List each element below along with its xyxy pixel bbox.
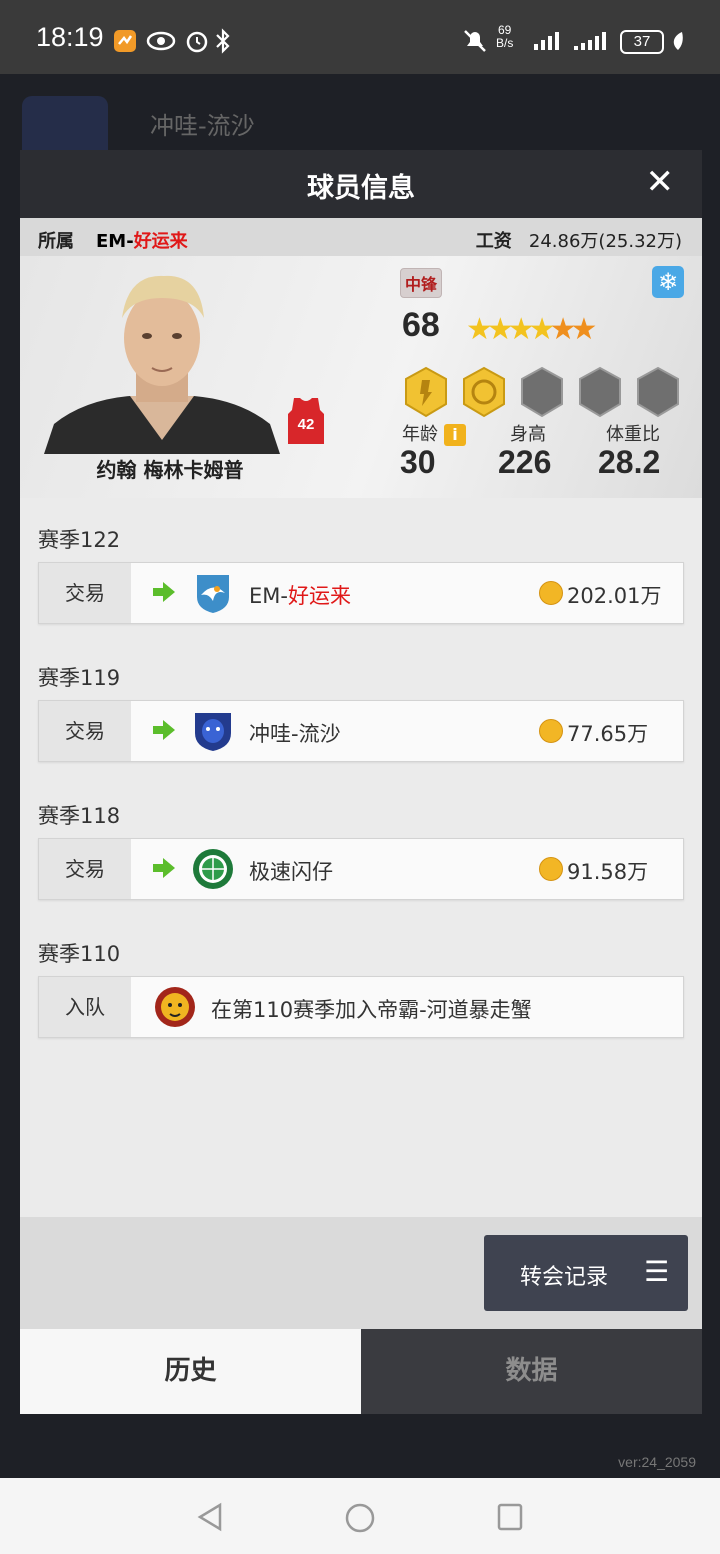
- arrow-right-icon: [153, 720, 175, 740]
- tab-data[interactable]: 数据: [361, 1329, 702, 1414]
- menu-icon: ☰: [644, 1255, 670, 1288]
- height-value: 226: [498, 444, 552, 480]
- eye-icon: [146, 31, 176, 51]
- season-label: 赛季122: [38, 528, 121, 552]
- history-row[interactable]: 交易 冲哇-流沙 77.65万: [38, 700, 684, 762]
- skill-badge-icon: [463, 366, 505, 418]
- player-info-dialog: 球员信息 ✕ 所属 EM-好运来 工资 24.86万(25.32万) 42 约翰…: [20, 150, 702, 1414]
- system-nav-bar: [0, 1478, 720, 1554]
- locked-badge-icon: [579, 366, 621, 418]
- basketball-logo-icon: [193, 849, 233, 889]
- status-bar: 18:19 69 B/s 37: [0, 0, 720, 74]
- position-badge: 中锋: [400, 268, 443, 298]
- net-speed: 69 B/s: [496, 23, 514, 50]
- star-rating: ★★★★★★: [466, 312, 597, 347]
- dialog-title: 球员信息: [307, 173, 415, 204]
- affiliation-bar: 所属 EM-好运来 工资 24.86万(25.32万): [20, 218, 702, 256]
- affiliation-label: 所属: [38, 231, 74, 252]
- jersey-icon: 42: [288, 398, 324, 444]
- coin-icon: [539, 857, 563, 881]
- battery-icon: 37: [620, 30, 664, 54]
- age-value: 30: [400, 444, 436, 480]
- snowflake-icon[interactable]: ❄: [652, 266, 684, 298]
- app-icon: [114, 30, 136, 52]
- history-team: EM-好运来: [249, 584, 351, 608]
- player-card: 42 约翰 梅林卡姆普 中锋 ❄ 68 ★★★★★★ 年龄 i 身高 体重比 30…: [20, 256, 702, 498]
- coin-icon: [539, 581, 563, 605]
- history-type: 交易: [39, 701, 131, 761]
- join-text: 在第110赛季加入帝霸-河道暴走蟹: [211, 998, 532, 1022]
- history-type: 入队: [39, 977, 131, 1037]
- transfer-record-label: 转会记录: [520, 1265, 609, 1290]
- dialog-footer: 转会记录 ☰: [20, 1217, 702, 1329]
- history-team: 冲哇-流沙: [249, 722, 341, 746]
- overall-rating: 68: [402, 306, 440, 344]
- salary: 工资 24.86万(25.32万): [475, 231, 682, 252]
- transfer-fee: 202.01万: [567, 584, 662, 608]
- bluetooth-icon: [216, 28, 230, 54]
- weight-label: 体重比: [606, 424, 660, 445]
- arrow-right-icon: [153, 858, 175, 878]
- leaf-icon: [673, 32, 683, 50]
- skill-badges: [405, 366, 679, 418]
- locked-badge-icon: [637, 366, 679, 418]
- eagle-logo-icon: [197, 575, 229, 613]
- height-label: 身高: [510, 424, 546, 445]
- season-label: 赛季110: [38, 942, 121, 966]
- svg-text:42: 42: [298, 416, 315, 433]
- tab-bar: 历史 数据: [20, 1329, 702, 1414]
- player-portrait: [44, 275, 280, 454]
- history-row[interactable]: 入队 在第110赛季加入帝霸-河道暴走蟹: [38, 976, 684, 1038]
- version-label: ver:24_2059: [618, 1454, 696, 1470]
- clock: 18:19: [36, 22, 104, 52]
- affiliation-team: EM-好运来: [96, 231, 188, 252]
- tab-history[interactable]: 历史: [20, 1329, 361, 1414]
- player-name: 约翰 梅林卡姆普: [96, 458, 244, 482]
- skill-badge-icon: [405, 366, 447, 418]
- history-type: 交易: [39, 839, 131, 899]
- dialog-header: 球员信息 ✕: [20, 150, 702, 218]
- season-label: 赛季119: [38, 666, 121, 690]
- locked-badge-icon: [521, 366, 563, 418]
- close-icon[interactable]: ✕: [646, 164, 675, 200]
- signal-icon: [574, 32, 606, 50]
- season-label: 赛季118: [38, 804, 121, 828]
- age-label: 年龄 i: [402, 420, 466, 446]
- transfer-fee: 77.65万: [567, 722, 649, 746]
- background-team-name: 冲哇-流沙: [150, 112, 255, 140]
- alarm-icon: [186, 31, 208, 53]
- panther-logo-icon: [195, 713, 231, 751]
- home-icon[interactable]: [344, 1502, 376, 1534]
- weight-value: 28.2: [598, 444, 661, 480]
- coin-icon: [539, 719, 563, 743]
- history-row[interactable]: 交易 EM-好运来 202.01万: [38, 562, 684, 624]
- recents-icon[interactable]: [496, 1502, 524, 1532]
- mute-icon: [464, 30, 486, 52]
- info-icon[interactable]: i: [444, 424, 466, 446]
- lion-logo-icon: [155, 987, 195, 1027]
- history-team: 极速闪仔: [249, 860, 333, 884]
- history-row[interactable]: 交易 极速闪仔 91.58万: [38, 838, 684, 900]
- arrow-right-icon: [153, 582, 175, 602]
- signal-icon: [534, 32, 559, 50]
- history-type: 交易: [39, 563, 131, 623]
- back-icon[interactable]: [196, 1502, 224, 1532]
- transfer-record-button[interactable]: 转会记录 ☰: [484, 1235, 688, 1311]
- transfer-fee: 91.58万: [567, 860, 649, 884]
